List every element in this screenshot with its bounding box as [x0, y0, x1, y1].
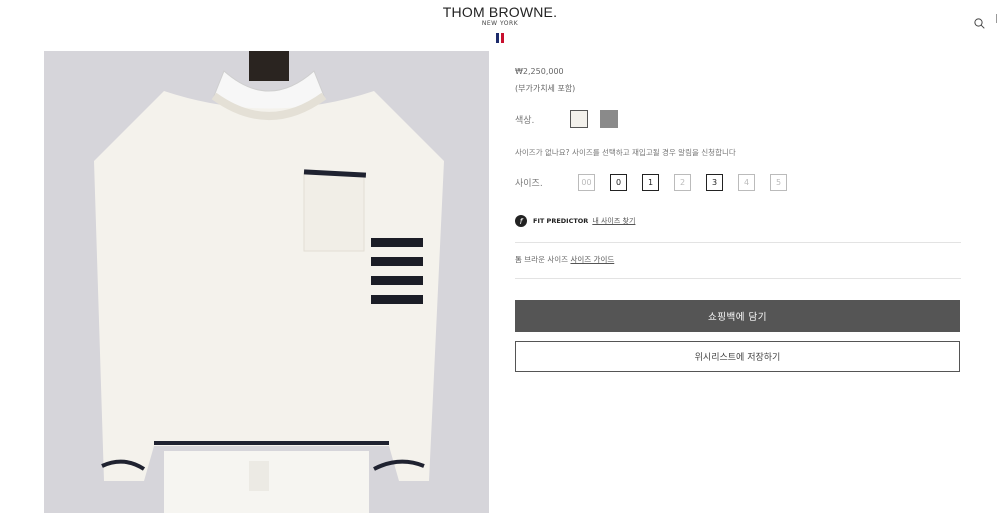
brand-name: THOM BROWNE.	[442, 4, 558, 20]
size-notice: 사이즈가 없나요? 사이즈를 선택하고 재입고될 경우 알림을 신청합니다	[515, 148, 736, 157]
brand-subtitle: NEW YORK	[481, 20, 519, 27]
fit-predictor-icon: f	[515, 215, 527, 227]
product-price: ₩2,250,000	[515, 67, 564, 76]
color-selector: 색상.	[515, 110, 630, 128]
size-guide-link[interactable]: 사이즈 가이드	[570, 255, 614, 264]
product-image	[44, 51, 489, 513]
add-to-wishlist-button[interactable]: 위시리스트에 저장하기	[515, 341, 960, 372]
size-option[interactable]: 4	[738, 174, 755, 191]
flag-icon	[496, 33, 504, 43]
size-option[interactable]: 00	[578, 174, 595, 191]
cart-icon-partial[interactable]	[996, 14, 1000, 23]
size-option[interactable]: 0	[610, 174, 627, 191]
size-guide: 톰 브라운 사이즈 사이즈 가이드	[515, 254, 614, 265]
size-option[interactable]: 5	[770, 174, 787, 191]
size-option[interactable]: 1	[642, 174, 659, 191]
color-swatch-white[interactable]	[570, 110, 588, 128]
size-option[interactable]: 3	[706, 174, 723, 191]
search-icon[interactable]	[974, 14, 985, 33]
divider	[515, 242, 961, 243]
fit-predictor: f FIT PREDICTOR 내 사이즈 찾기	[515, 215, 635, 227]
size-label: 사이즈.	[515, 179, 543, 189]
divider	[515, 278, 961, 279]
brand-logo[interactable]: THOM BROWNE. NEW YORK	[0, 4, 1000, 47]
find-my-size-link[interactable]: 내 사이즈 찾기	[592, 216, 635, 226]
add-to-bag-button[interactable]: 쇼핑백에 담기	[515, 300, 960, 332]
tax-note: (부가가치세 포함)	[515, 84, 576, 93]
color-label: 색상.	[515, 115, 535, 126]
size-guide-prefix: 톰 브라운 사이즈	[515, 255, 569, 264]
color-swatch-grey[interactable]	[600, 110, 618, 128]
size-selector: 사이즈. 00 0 1 2 3 4 5	[515, 174, 802, 191]
fit-predictor-label: FIT PREDICTOR	[533, 217, 589, 225]
size-option[interactable]: 2	[674, 174, 691, 191]
